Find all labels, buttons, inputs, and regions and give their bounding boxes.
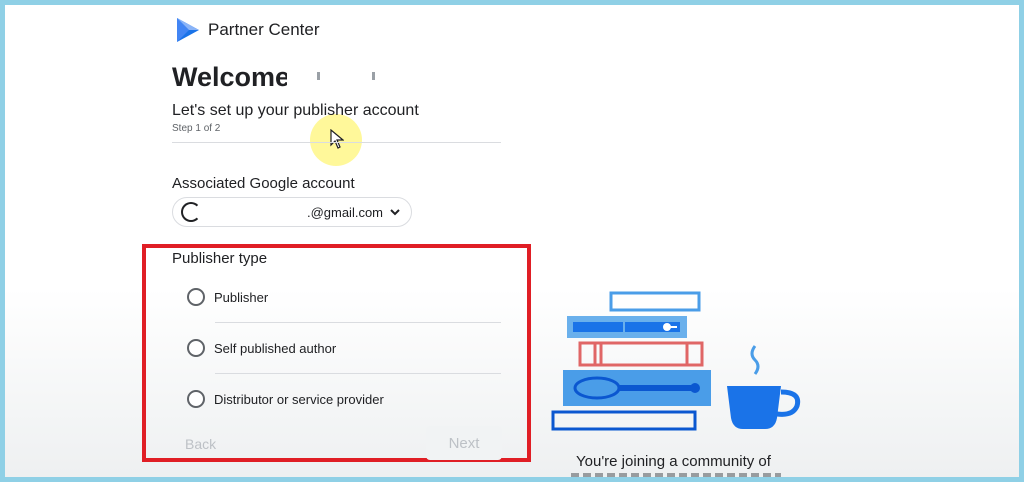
radio-option-publisher[interactable]: Publisher <box>187 288 268 306</box>
radio-label: Publisher <box>214 289 269 305</box>
radio-button[interactable] <box>187 390 205 408</box>
app-title: Partner Center <box>208 20 320 39</box>
illustration-caption: You're joining a community of <box>576 453 771 470</box>
back-button[interactable]: Back <box>177 429 227 459</box>
redacted-name <box>287 66 397 92</box>
radio-label: Distributor or service provider <box>214 391 384 407</box>
divider <box>172 142 501 143</box>
divider <box>215 373 501 374</box>
app-window: Partner Center Welcome, Let's set up you… <box>5 5 1019 477</box>
account-label: Associated Google account <box>172 175 355 192</box>
step-indicator: Step 1 of 2 <box>172 123 221 134</box>
mouse-pointer-icon <box>330 129 344 149</box>
radio-button[interactable] <box>187 288 205 306</box>
radio-option-distributor[interactable]: Distributor or service provider <box>187 390 384 408</box>
account-selector[interactable]: .@gmail.com <box>172 197 412 227</box>
divider <box>215 322 501 323</box>
next-button[interactable]: Next <box>426 426 502 460</box>
chevron-down-icon <box>390 209 400 216</box>
caption-continuation <box>571 473 781 477</box>
play-books-logo-icon <box>177 18 199 42</box>
account-email: .@gmail.com <box>306 204 383 220</box>
books-and-cup-illustration <box>551 291 801 431</box>
publisher-type-label: Publisher type <box>172 250 268 267</box>
avatar-icon <box>181 202 201 222</box>
radio-label: Self published author <box>214 340 337 356</box>
radio-option-self-published-author[interactable]: Self published author <box>187 339 336 357</box>
page-title: Welcome, <box>172 62 298 92</box>
radio-button[interactable] <box>187 339 205 357</box>
page-subtitle: Let's set up your publisher account <box>172 102 419 119</box>
